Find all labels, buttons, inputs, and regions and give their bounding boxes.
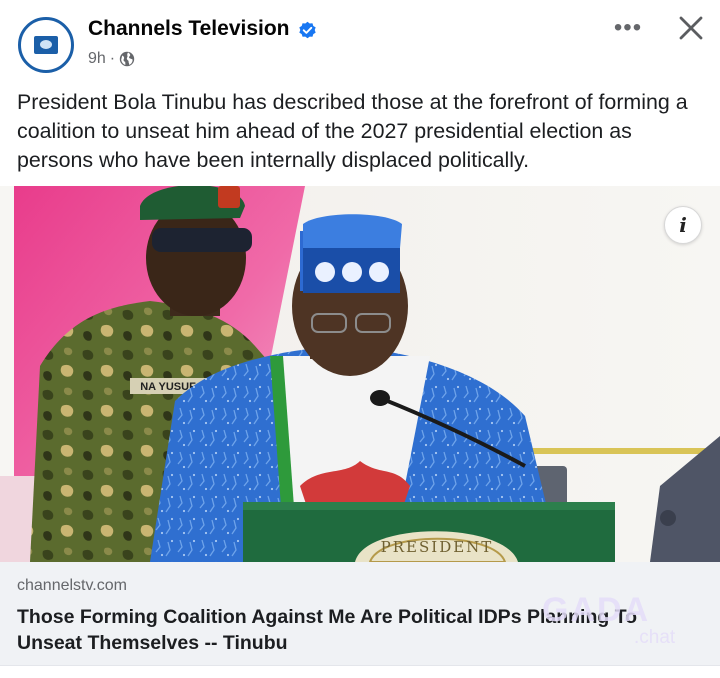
link-domain[interactable]: channelstv.com	[17, 577, 127, 595]
news-photo[interactable]: NA YUSUF PRESIDENT	[0, 186, 720, 562]
watermark-suffix: .chat	[634, 627, 676, 648]
channels-logo-icon	[34, 36, 58, 54]
photo-illustration: NA YUSUF PRESIDENT	[0, 186, 720, 562]
more-options-button[interactable]: •••	[610, 14, 646, 42]
page-name[interactable]: Channels Television	[88, 17, 290, 41]
podium-seal-text: PRESIDENT	[381, 538, 494, 556]
post-meta: 9h ·	[88, 50, 135, 68]
page-avatar[interactable]	[18, 17, 74, 73]
close-icon[interactable]	[674, 11, 708, 45]
post-timestamp[interactable]: 9h	[88, 50, 106, 68]
gada-watermark: GADA .chat	[542, 591, 676, 648]
divider	[0, 665, 720, 666]
meta-separator: ·	[109, 50, 116, 67]
watermark-brand: GADA	[542, 591, 650, 629]
post-text: President Bola Tinubu has described thos…	[17, 90, 688, 172]
info-button[interactable]: i	[664, 206, 702, 244]
podium: PRESIDENT	[243, 502, 615, 562]
verified-badge-icon	[299, 21, 316, 39]
post-header: Channels Television 9h · •••	[0, 0, 720, 86]
globe-icon	[119, 51, 135, 67]
